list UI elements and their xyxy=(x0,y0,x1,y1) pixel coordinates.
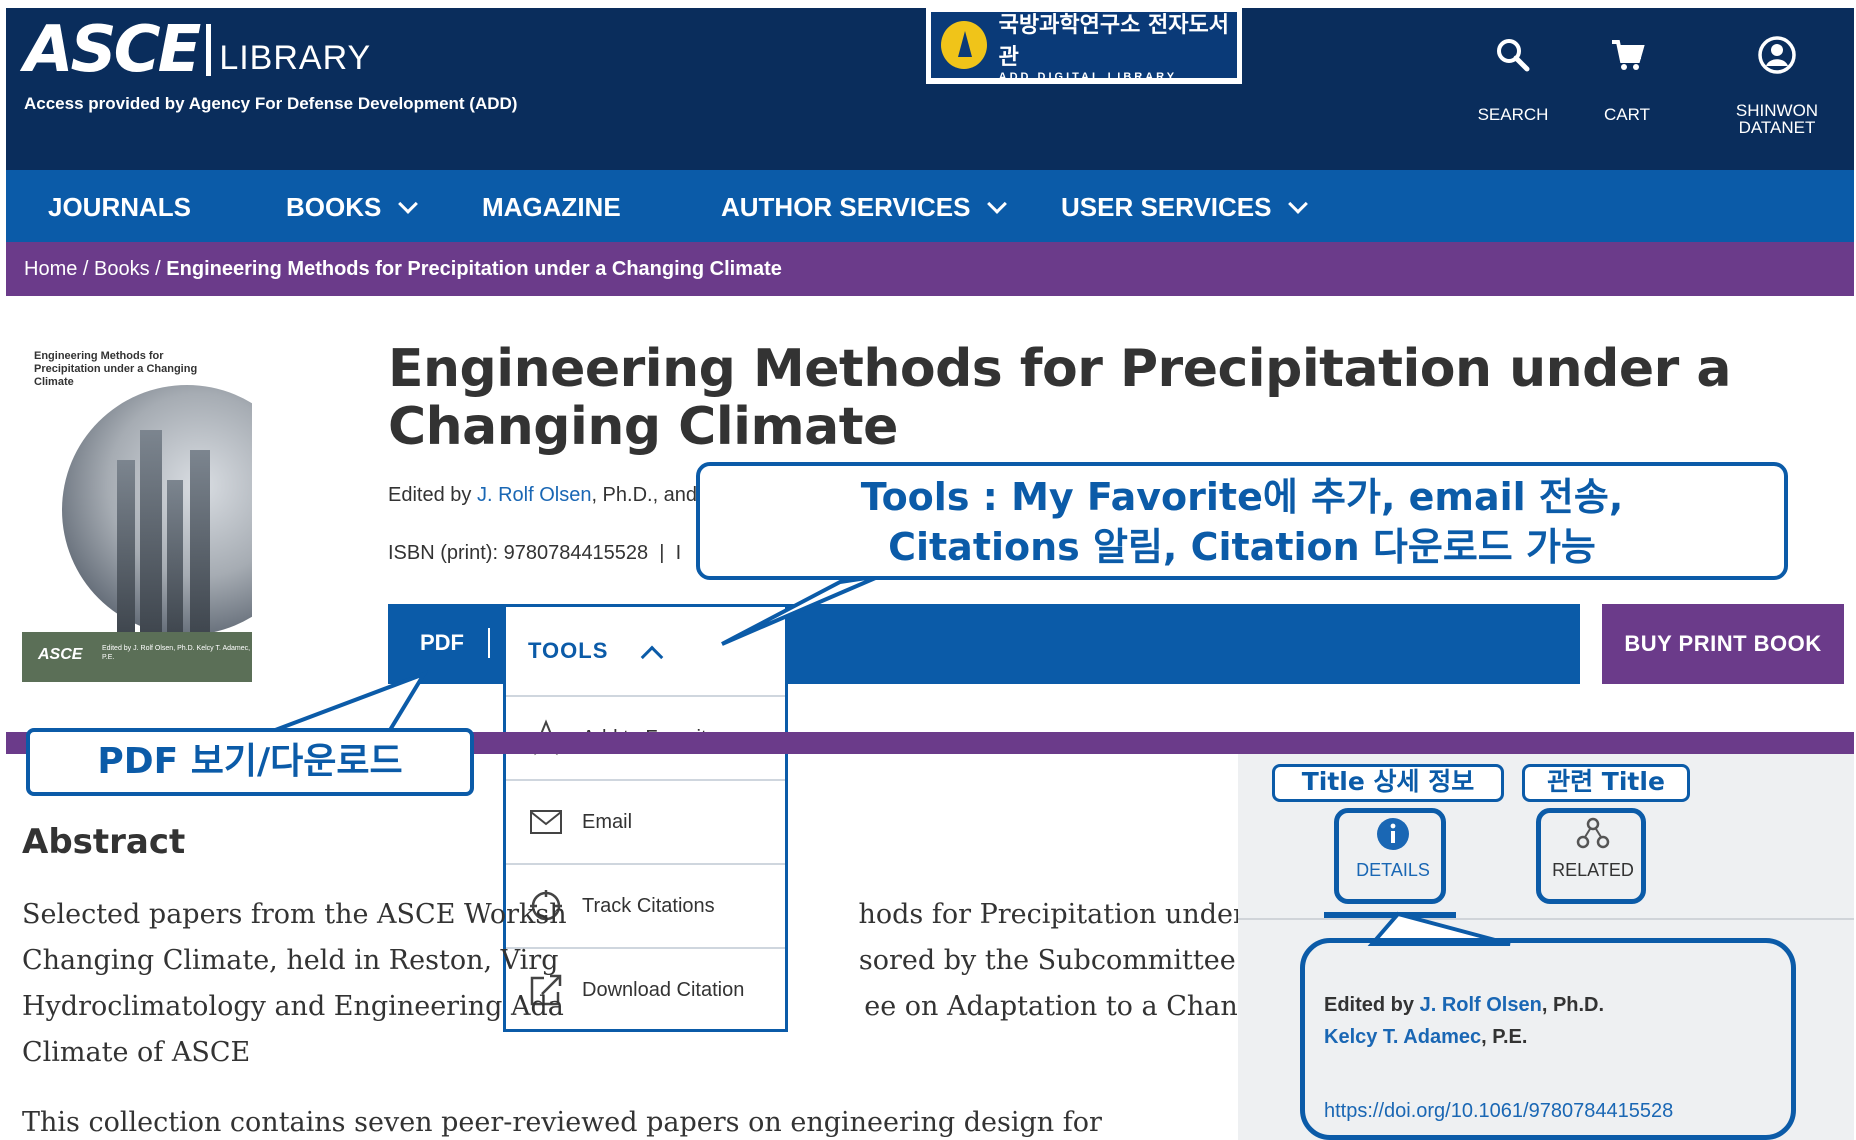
nav-author-services[interactable]: AUTHOR SERVICES xyxy=(721,192,1008,223)
abstract-line: Climate of ASCE xyxy=(22,1037,251,1068)
nav-magazine[interactable]: MAGAZINE xyxy=(482,192,621,223)
details-callout: Title 상세 정보 xyxy=(1272,764,1504,802)
main-navigation: JOURNALS BOOKS MAGAZINE AUTHOR SERVICES … xyxy=(6,170,1854,242)
buy-print-book-button[interactable]: BUY PRINT BOOK xyxy=(1602,604,1844,684)
add-banner-english: ADD DIGITAL LIBRARY xyxy=(998,71,1178,83)
logo-asce-text: ASCE xyxy=(24,13,201,87)
search-button[interactable]: SEARCH xyxy=(1458,30,1568,123)
add-emblem-icon xyxy=(941,21,987,69)
tab-divider xyxy=(1238,918,1854,920)
tools-button[interactable]: TOOLS xyxy=(506,607,785,695)
cover-asce-mark: ASCE xyxy=(38,646,83,663)
book-title: Engineering Methods for Precipitation un… xyxy=(388,339,1732,457)
user-icon xyxy=(1722,30,1832,80)
chevron-up-icon xyxy=(641,645,664,669)
breadcrumb-books[interactable]: Books xyxy=(94,258,150,281)
logo-divider xyxy=(206,24,212,76)
chevron-down-icon xyxy=(398,193,419,214)
cover-editors: Edited by J. Rolf Olsen, Ph.D. Kelcy T. … xyxy=(102,645,251,661)
breadcrumb-separator: / xyxy=(149,257,167,280)
add-banner-korean: 국방과학연구소 전자도서관 xyxy=(998,13,1229,70)
logo-library-text: LIBRARY xyxy=(219,39,372,77)
user-label-line1: SHINWON xyxy=(1735,101,1819,120)
chevron-down-icon xyxy=(1288,193,1309,214)
access-provided-text: Access provided by Agency For Defense De… xyxy=(24,94,518,113)
nav-user-services[interactable]: USER SERVICES xyxy=(1061,192,1309,223)
abstract-heading: Abstract xyxy=(22,822,186,862)
active-tab-indicator xyxy=(1324,912,1456,918)
envelope-icon xyxy=(526,802,566,842)
isbn-line: ISBN (print): 9780784415528 | I xyxy=(388,542,682,564)
abstract-line: Selected papers from the ASCE Worksh hod… xyxy=(22,899,1271,930)
asce-library-logo[interactable]: ASCE LIBRARY xyxy=(24,13,372,87)
toolbar-divider xyxy=(488,628,490,658)
details-info-highlight xyxy=(1300,938,1796,1140)
breadcrumb: Home / Books / Engineering Methods for P… xyxy=(6,242,1854,296)
tools-callout-line2: Citations 알림, Citation 다운로드 가능 xyxy=(888,525,1596,569)
abstract-line: Hydroclimatology and Engineering Ada ee … xyxy=(22,991,1299,1022)
cart-button[interactable]: CART xyxy=(1572,30,1682,123)
cart-icon xyxy=(1572,30,1682,80)
site-header: ASCE LIBRARY Access provided by Agency F… xyxy=(6,8,1854,170)
cart-label: CART xyxy=(1604,105,1650,124)
nav-books[interactable]: BOOKS xyxy=(286,192,419,223)
tools-callout: Tools : My Favorite에 추가, email 전송, Citat… xyxy=(696,462,1788,580)
add-digital-library-banner[interactable]: 국방과학연구소 전자도서관 ADD DIGITAL LIBRARY xyxy=(926,8,1242,84)
user-label-line2: DATANET xyxy=(1738,118,1816,137)
breadcrumb-separator: / xyxy=(77,257,95,280)
search-icon xyxy=(1458,30,1568,80)
search-label: SEARCH xyxy=(1477,105,1549,124)
menu-email[interactable]: Email xyxy=(506,779,785,863)
cover-footer: ASCE Edited by J. Rolf Olsen, Ph.D. Kelc… xyxy=(22,632,252,682)
book-cover-image: Engineering Methods for Precipitation un… xyxy=(22,340,252,682)
cover-title: Engineering Methods for Precipitation un… xyxy=(34,350,198,388)
breadcrumb-current: Engineering Methods for Precipitation un… xyxy=(166,257,782,280)
abstract-line: Changing Climate, held in Reston, Virg s… xyxy=(22,945,1278,976)
abstract-line: This collection contains seven peer-revi… xyxy=(22,1107,1102,1138)
nav-journals[interactable]: JOURNALS xyxy=(48,192,191,223)
details-highlight xyxy=(1334,808,1446,904)
pdf-button[interactable]: PDF xyxy=(420,630,464,656)
editor-link[interactable]: J. Rolf Olsen xyxy=(477,484,591,506)
related-highlight xyxy=(1536,808,1646,904)
chevron-down-icon xyxy=(987,193,1008,214)
related-callout: 관련 Title xyxy=(1522,764,1690,802)
user-account-button[interactable]: SHINWON DATANET xyxy=(1722,30,1832,136)
breadcrumb-home[interactable]: Home xyxy=(24,258,77,281)
edited-by-line: Edited by J. Rolf Olsen, Ph.D., and xyxy=(388,484,698,506)
pdf-callout: PDF 보기/다운로드 xyxy=(26,728,474,796)
tools-callout-line1: Tools : My Favorite에 추가, email 전송, xyxy=(860,475,1624,519)
